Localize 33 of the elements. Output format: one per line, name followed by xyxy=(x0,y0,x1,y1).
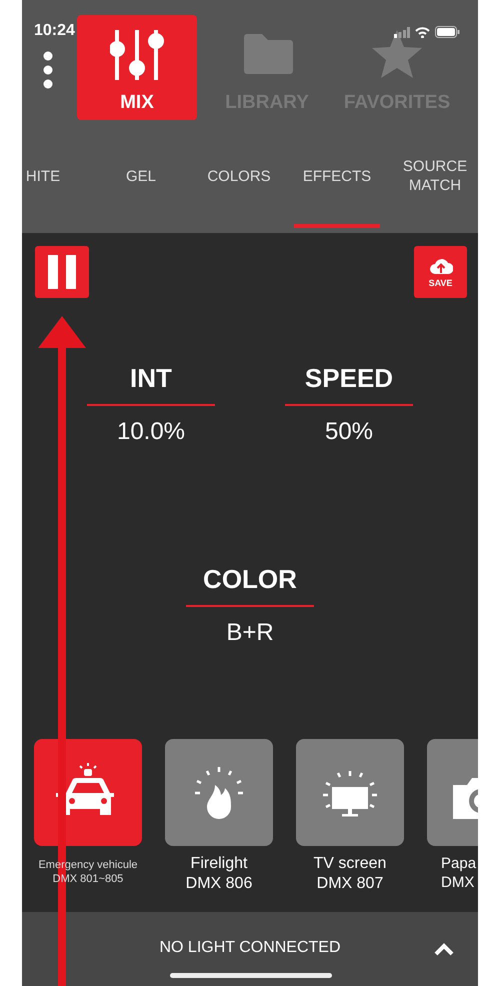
pause-button[interactable] xyxy=(35,246,89,298)
signal-icon xyxy=(394,26,410,38)
preset-address: DMX xyxy=(441,874,474,891)
connection-status: NO LIGHT CONNECTED xyxy=(159,939,341,958)
tab[interactable]: COLORS xyxy=(196,154,282,228)
expand-button[interactable] xyxy=(434,943,454,956)
status-time: 10:24 xyxy=(34,22,75,40)
wifi-icon xyxy=(415,26,430,38)
chevron-up-icon xyxy=(434,943,454,956)
parameter-value[interactable]: 50% xyxy=(324,418,374,446)
parameter-label: SPEED xyxy=(285,363,413,406)
pause-icon xyxy=(45,255,79,289)
parameter-value[interactable]: 10.0% xyxy=(116,418,186,446)
preset-name: Firelight xyxy=(190,855,248,873)
parameter-label: COLOR xyxy=(186,564,314,607)
preset-name: Papa xyxy=(441,855,476,872)
preset-tile[interactable] xyxy=(165,739,273,846)
save-button[interactable]: SAVE xyxy=(414,246,467,298)
cloud-upload-icon xyxy=(428,256,452,276)
tab[interactable]: EFFECTS xyxy=(294,154,380,228)
tab[interactable]: HITE xyxy=(22,154,86,228)
tab[interactable]: GEL xyxy=(98,154,184,228)
preset-address: DMX 806 xyxy=(186,875,252,893)
tab[interactable]: SOURCE MATCH xyxy=(392,154,478,228)
sliders-icon xyxy=(110,28,164,82)
preset-name: TV screen xyxy=(314,855,386,873)
nav-tab[interactable]: MIX xyxy=(77,15,197,120)
parameter-value[interactable]: B+R xyxy=(226,619,274,647)
preset-tile[interactable] xyxy=(34,739,142,846)
preset-tile[interactable] xyxy=(296,739,404,846)
parameter-label: INT xyxy=(87,363,215,406)
preset-address: DMX 807 xyxy=(316,875,384,893)
battery-icon xyxy=(435,26,460,38)
